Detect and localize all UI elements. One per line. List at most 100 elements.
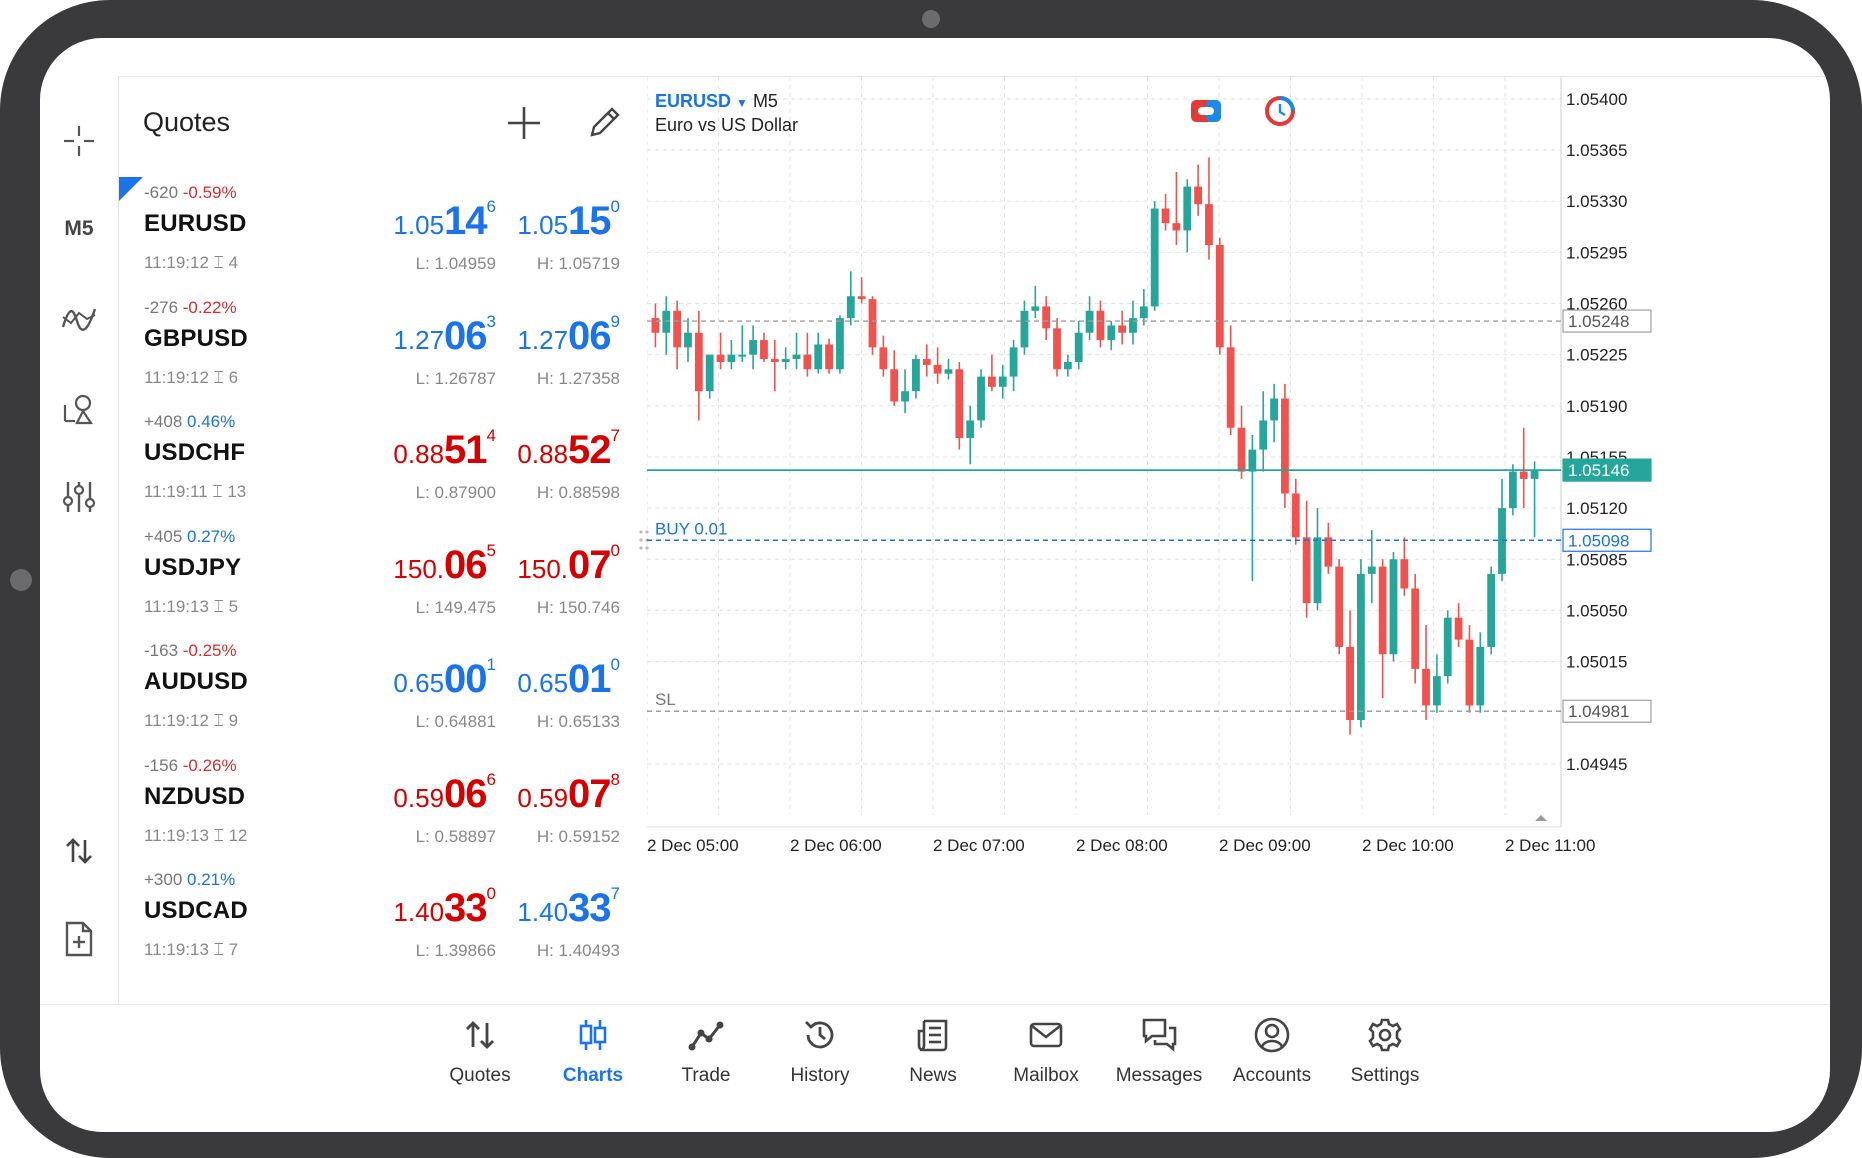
daily-low: L: 0.64881	[415, 712, 496, 731]
ask-price[interactable]: 0.88527	[517, 426, 620, 478]
chart-symbol-header[interactable]: EURUSD ▼ M5	[655, 91, 778, 112]
one-click-trade-icon[interactable]	[52, 824, 106, 878]
edit-pencil-icon[interactable]	[584, 103, 624, 143]
price-line-value: 1.05248	[1568, 312, 1629, 331]
quote-row[interactable]: -620 -0.59% EURUSD 11:19:12 ⌶ 4 1.05146 1.05…	[119, 175, 648, 290]
bullish-candle	[814, 344, 823, 370]
bearish-candle	[1324, 537, 1333, 567]
chart-canvas[interactable]: 1.054001.053651.053301.052951.052601.052…	[647, 77, 1830, 1005]
ask-price[interactable]: 0.65010	[517, 655, 620, 707]
accounts-icon	[1254, 1017, 1290, 1053]
bearish-candle	[1335, 566, 1344, 647]
change-percent: -0.59%	[182, 183, 237, 202]
new-order-icon[interactable]	[52, 912, 106, 966]
timeframe-button[interactable]: M5	[52, 202, 106, 256]
y-tick-label: 1.05050	[1566, 601, 1627, 620]
ask-price[interactable]: 0.59078	[517, 770, 620, 822]
quote-row[interactable]: -163 -0.25% AUDUSD 11:19:12 ⌶ 9 0.65001 0.65…	[119, 633, 648, 748]
change-percent: 0.21%	[187, 870, 236, 889]
bearish-candle	[1302, 537, 1311, 604]
ask-price[interactable]: 150.070	[517, 541, 620, 593]
daily-high: H: 150.746	[536, 597, 620, 617]
settings-sliders-icon[interactable]	[52, 470, 106, 524]
bearish-candle	[1215, 245, 1224, 348]
change-points: +405	[144, 526, 183, 546]
bearish-candle	[694, 332, 703, 392]
signal-indicator-icon[interactable]	[1189, 97, 1223, 125]
bid-price[interactable]: 0.65001	[393, 655, 496, 707]
nav-history[interactable]: History	[765, 1017, 875, 1107]
bullish-candle	[1443, 617, 1452, 677]
bullish-candle	[1270, 398, 1278, 421]
bullish-candle	[977, 376, 985, 421]
change-points: +408	[144, 412, 183, 431]
bullish-candle	[792, 354, 801, 360]
bearish-candle	[1042, 306, 1051, 329]
y-tick-label: 1.05190	[1566, 397, 1627, 416]
ask-price[interactable]: 1.40337	[517, 884, 620, 936]
chart-shift-icon	[1535, 815, 1547, 821]
indicators-icon[interactable]	[52, 292, 106, 346]
market-clock-icon[interactable]	[1263, 95, 1297, 127]
bid-price[interactable]: 150.065	[393, 541, 496, 593]
quote-row[interactable]: +408 0.46% USDCHF 11:19:11 ⌶ 13 0.88514 0.88…	[119, 404, 648, 519]
bid-price[interactable]: 1.40330	[393, 884, 496, 936]
bullish-candle	[1476, 646, 1485, 706]
bid-price[interactable]: 0.88514	[393, 426, 496, 478]
quote-row[interactable]: -276 -0.22% GBPUSD 11:19:12 ⌶ 6 1.27063 1.27…	[119, 290, 648, 405]
bullish-candle	[998, 376, 1007, 387]
nav-mailbox[interactable]: Mailbox	[991, 1017, 1101, 1107]
timeframe-label: M5	[64, 217, 94, 240]
bearish-candle	[879, 347, 888, 370]
bid-price[interactable]: 1.05146	[393, 197, 496, 249]
daily-low: L: 1.26787	[415, 368, 496, 388]
objects-icon[interactable]	[52, 382, 106, 436]
x-tick-label: 2 Dec 07:00	[933, 836, 1025, 855]
bid-price-fraction: 1	[486, 655, 496, 674]
bearish-candle	[1096, 310, 1105, 341]
bid-price[interactable]: 0.59066	[393, 770, 496, 822]
quote-row[interactable]: +405 0.27% USDJPY 11:19:13 ⌶ 5 150.065 150.0…	[119, 519, 648, 634]
bullish-candle	[1508, 471, 1517, 509]
bearish-candle	[1400, 559, 1409, 589]
ask-price-major: 1.27	[517, 324, 569, 355]
change-points: -276	[144, 297, 179, 317]
bullish-candle	[944, 369, 953, 374]
daily-high: H: 0.65133	[536, 712, 620, 731]
nav-trade[interactable]: Trade	[651, 1017, 761, 1107]
nav-messages[interactable]: Messages	[1104, 1017, 1214, 1107]
nav-charts[interactable]: Charts	[538, 1017, 648, 1107]
bullish-candle	[1183, 186, 1192, 231]
ask-price-pips: 07	[568, 771, 611, 816]
nav-settings[interactable]: Settings	[1330, 1017, 1440, 1107]
ask-price[interactable]: 1.05150	[517, 197, 620, 249]
nav-quotes[interactable]: Quotes	[425, 1017, 535, 1107]
ask-price-fraction: 0	[610, 540, 620, 560]
quote-timestamp: 11:19:12	[144, 711, 209, 730]
add-symbol-icon[interactable]	[504, 103, 544, 143]
ask-price[interactable]: 1.27069	[517, 312, 620, 364]
crosshair-icon[interactable]	[52, 114, 106, 168]
bid-price-major: 150.	[393, 553, 445, 584]
bearish-candle	[933, 364, 942, 374]
nav-label: Messages	[1115, 1065, 1203, 1086]
bid-price[interactable]: 1.27063	[393, 312, 496, 364]
quote-row[interactable]: +300 0.21% USDCAD 11:19:13 ⌶ 7 1.40330 1.403…	[119, 862, 648, 977]
bullish-candle	[781, 359, 790, 362]
spread-icon: ⌶	[213, 711, 224, 730]
quote-timestamp: 11:19:12	[144, 367, 209, 387]
bearish-candle	[1172, 223, 1181, 231]
bid-price-pips: 00	[444, 657, 487, 701]
quote-spread: 12	[228, 825, 248, 845]
bid-price-fraction: 5	[486, 540, 496, 560]
y-tick-label: 1.05120	[1566, 499, 1627, 518]
bearish-candle	[1226, 347, 1235, 428]
bearish-candle	[673, 310, 682, 348]
quote-time: 11:19:11 ⌶ 13	[144, 482, 246, 502]
price-chart[interactable]: 1.05400 1.05365 1.05330 1.05295 1.05260 1.052…	[647, 76, 1830, 1004]
bearish-candle	[1161, 208, 1170, 224]
quote-row[interactable]: -156 -0.26% NZDUSD 11:19:13 ⌶ 12 0.59066 0.5…	[119, 748, 648, 863]
nav-accounts[interactable]: Accounts	[1217, 1017, 1327, 1107]
nav-news[interactable]: News	[878, 1017, 988, 1107]
change-percent: 0.46%	[187, 412, 236, 431]
